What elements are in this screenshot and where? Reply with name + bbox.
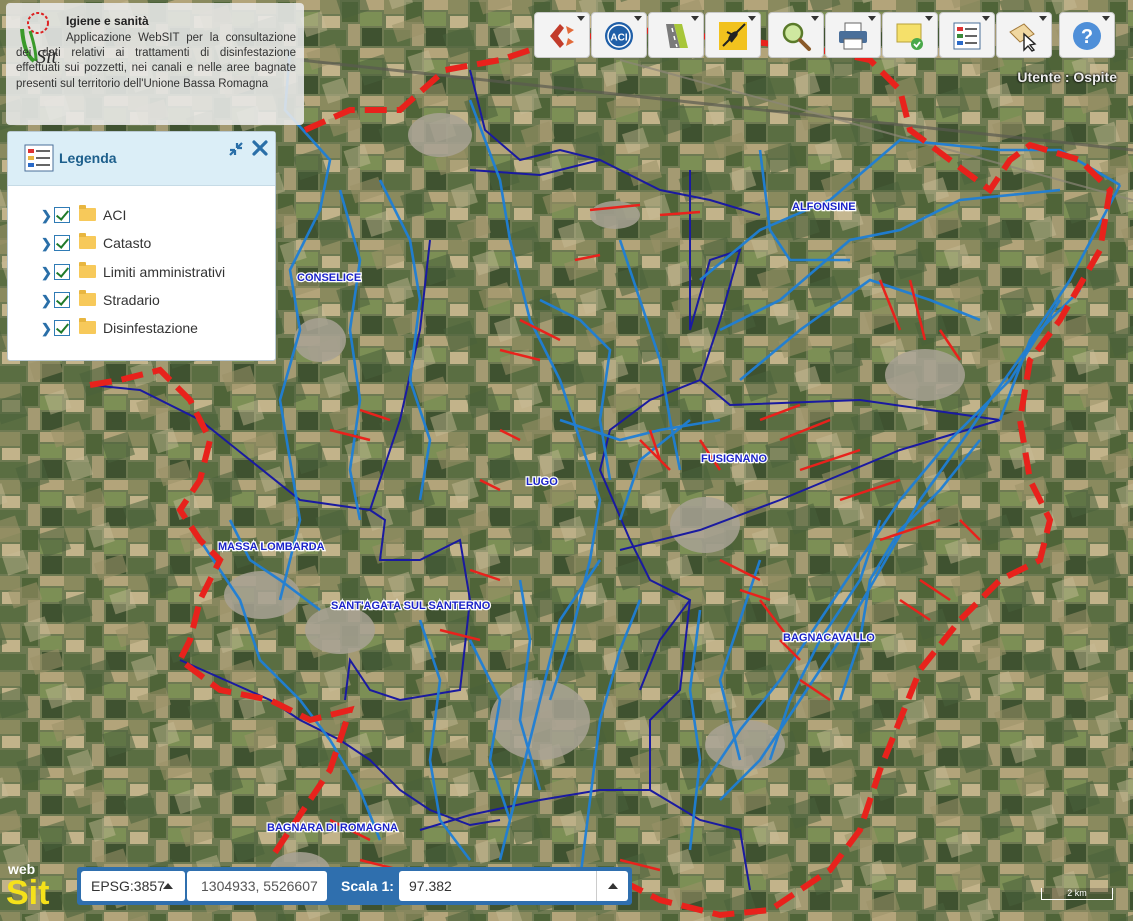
catasto-tool-button[interactable] xyxy=(534,12,590,58)
legend-tool-button[interactable] xyxy=(939,12,995,58)
layer-label: Stradario xyxy=(103,292,160,308)
dropdown-caret-icon xyxy=(868,16,876,21)
legend-icon xyxy=(24,144,54,172)
search-tool-button[interactable] xyxy=(768,12,824,58)
dropdown-caret-icon xyxy=(982,16,990,21)
scalebar-label: 2 km xyxy=(1067,888,1087,898)
road-tool-button[interactable] xyxy=(648,12,704,58)
mosquito-tool-button[interactable] xyxy=(705,12,761,58)
legend-panel: Legenda ❯ ACI ❯ Catasto ❯ Limiti amminis… xyxy=(7,131,276,361)
mosquito-icon xyxy=(719,22,747,50)
app-description: Applicazione WebSIT per la consultazione… xyxy=(16,32,296,90)
coordinates-display: 1304933, 5526607 xyxy=(187,871,327,901)
printer-icon xyxy=(839,22,867,50)
dropdown-caret-icon xyxy=(1102,16,1110,21)
info-tool-button[interactable] xyxy=(996,12,1052,58)
map-scalebar: 2 km xyxy=(1041,888,1113,904)
town-label: BAGNARA DI ROMAGNA xyxy=(267,822,398,834)
question-icon: ? xyxy=(1073,22,1101,50)
chevron-right-icon[interactable]: ❯ xyxy=(41,293,52,309)
town-label: FUSIGNANO xyxy=(701,453,767,465)
folder-icon xyxy=(79,318,96,334)
town-label: LUGO xyxy=(526,476,558,488)
layer-label: Disinfestazione xyxy=(103,320,198,336)
user-label: Utente : Ospite xyxy=(1017,69,1117,85)
projection-value: EPSG:3857 xyxy=(91,878,165,894)
chevron-right-icon[interactable]: ❯ xyxy=(41,236,52,252)
dropdown-caret-icon xyxy=(748,16,756,21)
magnifier-icon xyxy=(782,22,811,51)
town-label: ALFONSINE xyxy=(792,201,856,213)
app-info-panel: Sit Igiene e sanità Applicazione WebSIT … xyxy=(6,3,304,125)
websit-logo: web Sit xyxy=(6,861,49,908)
projection-select[interactable]: EPSG:3857 xyxy=(81,871,185,901)
town-label: MASSA LOMBARDA xyxy=(218,541,325,553)
legend-header: Legenda xyxy=(8,132,275,186)
folder-icon xyxy=(79,205,96,221)
layer-label: Limiti amministrativi xyxy=(103,264,226,280)
dropdown-caret-icon xyxy=(925,16,933,21)
svg-text:?: ? xyxy=(1081,26,1093,48)
town-label: BAGNACAVALLO xyxy=(783,632,875,644)
layer-checkbox[interactable] xyxy=(54,292,70,308)
folder-icon xyxy=(79,290,96,306)
town-label: SANT'AGATA SUL SANTERNO xyxy=(331,600,491,612)
svg-text:Sit: Sit xyxy=(6,874,49,908)
aci-tool-button[interactable]: ACI xyxy=(591,12,647,58)
legend-icon xyxy=(953,22,981,50)
chevron-right-icon[interactable]: ❯ xyxy=(41,321,52,337)
layer-checkbox[interactable] xyxy=(54,264,70,280)
town-label: CONSELICE xyxy=(297,272,361,284)
note-icon xyxy=(896,23,923,50)
chevron-up-icon xyxy=(163,883,173,889)
minimize-icon[interactable] xyxy=(227,140,245,158)
app-title: Igiene e sanità xyxy=(66,14,149,28)
dropdown-caret-icon xyxy=(577,16,585,21)
aci-logo-icon: ACI xyxy=(605,22,633,50)
scale-label: Scala 1: xyxy=(341,878,394,894)
legend-title: Legenda xyxy=(59,150,117,166)
layer-label: ACI xyxy=(103,207,127,223)
chevron-right-icon[interactable]: ❯ xyxy=(41,265,52,281)
chevron-up-icon xyxy=(608,883,618,889)
help-tool-button[interactable]: ? xyxy=(1059,12,1115,58)
pointer-card-icon xyxy=(1009,23,1037,52)
layer-checkbox[interactable] xyxy=(54,207,70,223)
dropdown-caret-icon xyxy=(691,16,699,21)
scale-dropdown-button[interactable] xyxy=(596,871,628,901)
scale-input[interactable]: 97.382 xyxy=(399,871,596,901)
comment-tool-button[interactable] xyxy=(882,12,938,58)
dropdown-caret-icon xyxy=(811,16,819,21)
layer-checkbox[interactable] xyxy=(54,320,70,336)
close-icon[interactable] xyxy=(251,139,269,157)
folder-icon xyxy=(79,262,96,278)
status-bar: EPSG:3857 1304933, 5526607 Scala 1: 97.3… xyxy=(77,867,632,905)
red-arrows-icon xyxy=(550,24,574,48)
road-icon xyxy=(666,24,688,48)
dropdown-caret-icon xyxy=(634,16,642,21)
dropdown-caret-icon xyxy=(1039,16,1047,21)
folder-icon xyxy=(79,233,96,249)
layer-label: Catasto xyxy=(103,235,152,251)
svg-text:ACI: ACI xyxy=(610,33,627,44)
chevron-right-icon[interactable]: ❯ xyxy=(41,208,52,224)
print-tool-button[interactable] xyxy=(825,12,881,58)
layer-checkbox[interactable] xyxy=(54,235,70,251)
